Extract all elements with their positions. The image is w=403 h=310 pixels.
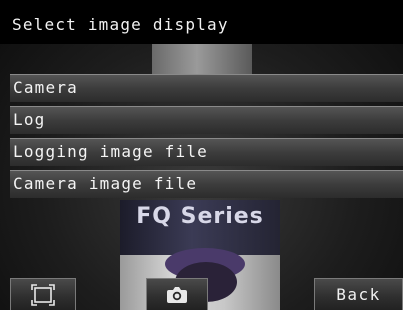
back-button[interactable]: Back [314, 278, 403, 310]
capture-image-button[interactable] [146, 278, 208, 310]
menu-item-logging-image-file[interactable]: Logging image file [10, 138, 403, 166]
image-display-menu: Camera Log Logging image file Camera ima… [10, 74, 403, 202]
menu-item-log[interactable]: Log [10, 106, 403, 134]
camera-icon [167, 286, 187, 303]
page-title: Select image display [12, 15, 229, 34]
menu-item-camera[interactable]: Camera [10, 74, 403, 102]
frame-corners-icon [31, 283, 55, 306]
menu-item-camera-image-file[interactable]: Camera image file [10, 170, 403, 198]
product-label-band: FQ Series [120, 200, 280, 255]
frame-view-button[interactable] [10, 278, 76, 310]
header-bar: Select image display [0, 0, 403, 44]
product-label-text: FQ Series [136, 204, 264, 229]
